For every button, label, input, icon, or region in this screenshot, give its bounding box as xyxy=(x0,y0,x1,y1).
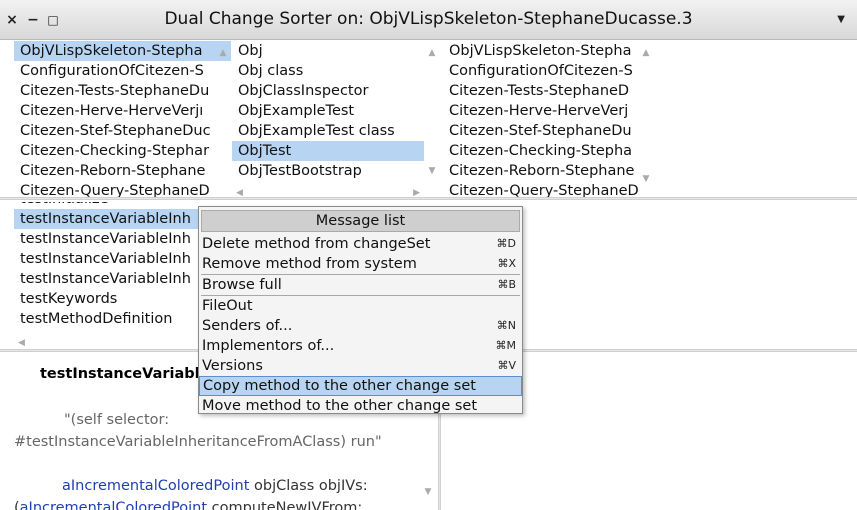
menu-item-browse-full[interactable]: Browse full ⌘B xyxy=(199,275,522,295)
list-item[interactable]: ObjVLispSkeleton-Stepha xyxy=(14,41,231,61)
list-item[interactable]: Citezen-Tests-StephaneD xyxy=(443,81,655,101)
menu-item-fileout[interactable]: FileOut xyxy=(199,296,522,316)
menu-item-shortcut: ⌘B xyxy=(497,278,516,291)
list-item[interactable]: Citezen-Stef-StephaneDuc xyxy=(14,121,231,141)
menu-title: Message list xyxy=(201,210,520,232)
class-rows: Obj Obj class ObjClassInspector ObjExamp… xyxy=(232,41,441,181)
menu-item-label: Copy method to the other change set xyxy=(203,378,476,394)
menu-item-label: Move method to the other change set xyxy=(202,398,478,414)
left-changeset-rows: ObjVLispSkeleton-Stepha ConfigurationOfC… xyxy=(14,41,231,197)
code-variable: aIncrementalColoredPoint xyxy=(19,500,208,510)
right-changeset-list[interactable]: ObjVLispSkeleton-Stepha ConfigurationOfC… xyxy=(443,41,655,197)
list-item[interactable]: Citezen-Checking-Stepha xyxy=(443,141,655,161)
list-item[interactable]: ObjVLispSkeleton-Stepha xyxy=(443,41,655,61)
message-list-menu: Message list Delete method from changeSe… xyxy=(198,206,523,414)
menu-item-shortcut: ⌘N xyxy=(496,319,516,332)
list-item[interactable]: ObjTestBootstrap xyxy=(232,161,441,181)
menu-item-copy-method[interactable]: Copy method to the other change set xyxy=(199,376,522,396)
scroll-left-icon[interactable]: ◀ xyxy=(18,333,25,347)
scroll-down-icon[interactable]: ▼ xyxy=(422,481,434,503)
class-list[interactable]: Obj Obj class ObjClassInspector ObjExamp… xyxy=(232,41,441,197)
scrollbar[interactable]: ▲ ▼ xyxy=(640,41,652,191)
scrollbar[interactable]: ▲ ▼ xyxy=(426,41,438,183)
code-variable: aIncrementalColoredPoint xyxy=(62,478,250,494)
menu-item-shortcut: ⌘V xyxy=(497,359,516,372)
scroll-up-icon[interactable]: ▲ xyxy=(640,43,652,63)
right-changeset-rows: ObjVLispSkeleton-Stepha ConfigurationOfC… xyxy=(443,41,655,197)
menu-item-move-method[interactable]: Move method to the other change set xyxy=(199,396,522,416)
list-item[interactable]: Citezen-Query-StephaneD xyxy=(443,181,655,197)
window-titlebar: × − □ Dual Change Sorter on: ObjVLispSke… xyxy=(0,0,857,40)
menu-item-shortcut: ⌘M xyxy=(495,339,517,352)
list-item[interactable]: Citezen-Tests-StephaneDu xyxy=(14,81,231,101)
code-comment-line: #testInstanceVariableInheritanceFromACla… xyxy=(14,434,382,450)
list-item[interactable]: Obj xyxy=(232,41,441,61)
menu-item-label: FileOut xyxy=(202,298,253,314)
scroll-up-icon[interactable]: ▲ xyxy=(426,43,438,63)
menu-item-implementors-of[interactable]: Implementors of... ⌘M xyxy=(199,336,522,356)
left-changeset-list[interactable]: ObjVLispSkeleton-Stepha ConfigurationOfC… xyxy=(14,41,231,197)
menu-item-label: Senders of... xyxy=(202,318,293,334)
window-menu-icon[interactable]: ▼ xyxy=(837,14,845,25)
list-item[interactable]: Citezen-Stef-StephaneDu xyxy=(443,121,655,141)
menu-item-shortcut: ⌘D xyxy=(496,237,516,250)
pane-divider[interactable] xyxy=(0,197,857,200)
scrollbar[interactable]: ▲ xyxy=(217,41,229,197)
scroll-down-icon[interactable]: ▼ xyxy=(640,169,652,189)
scroll-down-icon[interactable]: ▼ xyxy=(426,161,438,181)
menu-item-remove-from-system[interactable]: Remove method from system ⌘X xyxy=(199,254,522,274)
list-item[interactable]: ConfigurationOfCitezen-S xyxy=(443,61,655,81)
code-line: (aIncrementalColoredPoint computeNewIVFr… xyxy=(14,497,438,510)
menu-item-shortcut: ⌘X xyxy=(497,257,516,270)
list-item[interactable]: ObjExampleTest class xyxy=(232,121,441,141)
list-item[interactable]: Citezen-Herve-HerveVerjı xyxy=(14,101,231,121)
menu-item-label: Delete method from changeSet xyxy=(202,236,431,252)
code-text: computeNewIVFrom: xyxy=(207,500,363,510)
list-item[interactable]: Citezen-Reborn-Stephane xyxy=(14,161,231,181)
horizontal-scrollbar[interactable]: ◀ ▶ xyxy=(232,183,424,197)
menu-item-versions[interactable]: Versions ⌘V xyxy=(199,356,522,376)
list-item[interactable]: ObjExampleTest xyxy=(232,101,441,121)
list-item[interactable]: ObjClassInspector xyxy=(232,81,441,101)
menu-item-label: Implementors of... xyxy=(202,338,335,354)
menu-item-senders-of[interactable]: Senders of... ⌘N xyxy=(199,316,522,336)
list-item[interactable]: ConfigurationOfCitezen-S xyxy=(14,61,231,81)
horizontal-scrollbar[interactable]: ◀ xyxy=(14,333,198,347)
code-line: aIncrementalColoredPoint objClass objIVs… xyxy=(14,453,438,497)
menu-item-label: Versions xyxy=(202,358,263,374)
list-item[interactable]: Citezen-Query-StephaneD xyxy=(14,181,231,197)
code-text: objClass objIVs: xyxy=(249,478,368,494)
list-item[interactable]: ObjTest xyxy=(232,141,424,161)
menu-item-label: Remove method from system xyxy=(202,256,417,272)
list-item[interactable]: Citezen-Checking-Stephar xyxy=(14,141,231,161)
menu-item-delete-from-changeset[interactable]: Delete method from changeSet ⌘D xyxy=(199,234,522,254)
list-item[interactable]: Obj class xyxy=(232,61,441,81)
list-item[interactable]: Citezen-Herve-HerveVerj xyxy=(443,101,655,121)
scroll-left-icon[interactable]: ◀ xyxy=(236,183,243,197)
scroll-up-icon[interactable]: ▲ xyxy=(217,43,229,63)
window-title: Dual Change Sorter on: ObjVLispSkeleton-… xyxy=(164,9,693,29)
scroll-right-icon[interactable]: ▶ xyxy=(413,183,420,197)
menu-item-label: Browse full xyxy=(202,277,282,293)
list-item[interactable]: Citezen-Reborn-Stephane xyxy=(443,161,655,181)
